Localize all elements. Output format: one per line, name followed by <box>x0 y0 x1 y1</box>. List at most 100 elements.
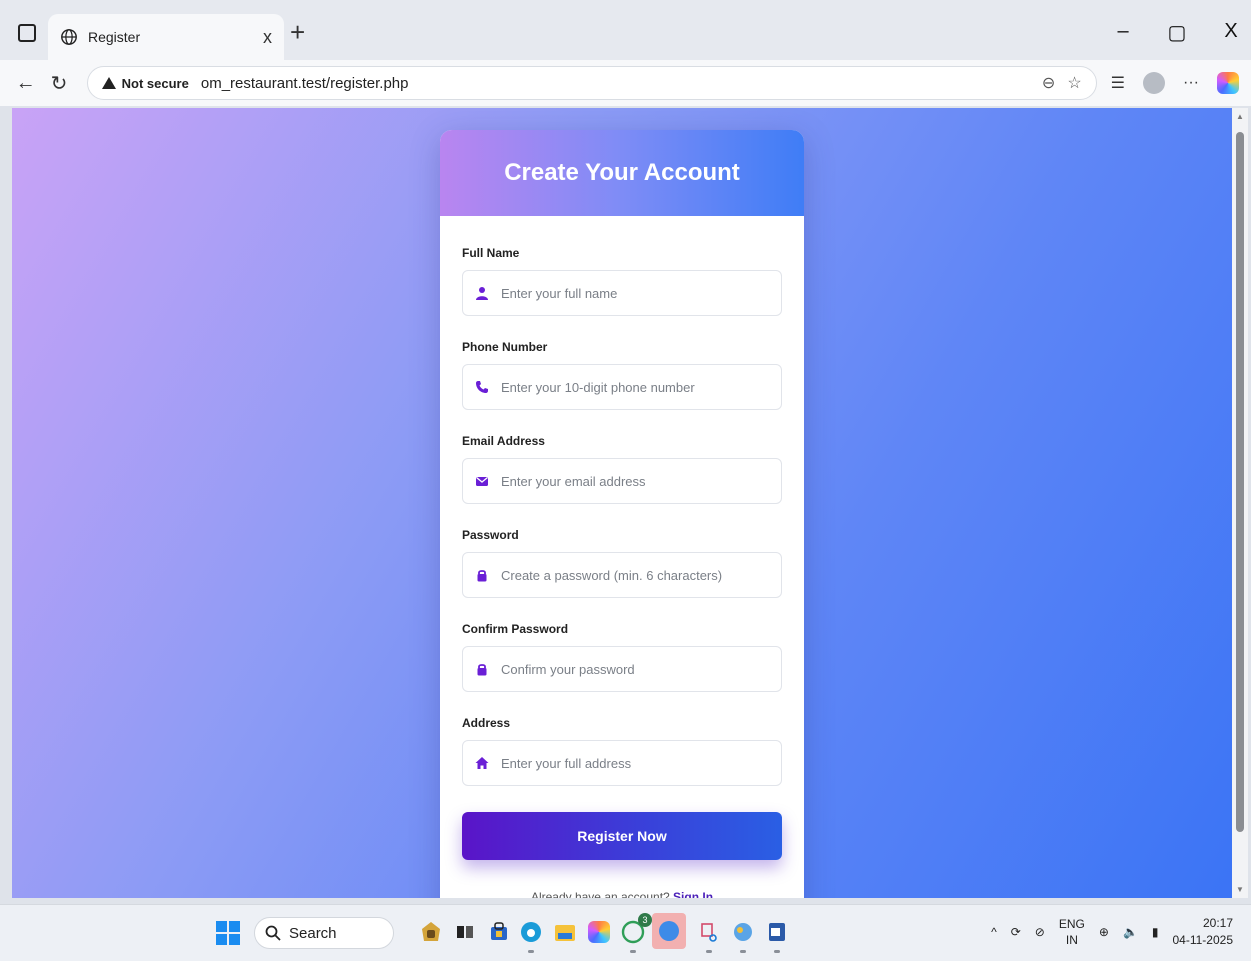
register-card: Create Your Account Full Name Phone Numb… <box>440 130 804 898</box>
lang-bottom: IN <box>1065 933 1078 947</box>
battery-icon[interactable]: ▮ <box>1152 925 1159 939</box>
tab-strip: Register x + – ▢ X <box>0 8 1251 60</box>
copilot-icon[interactable] <box>1216 72 1239 94</box>
tab-close-icon[interactable]: x <box>263 27 272 48</box>
phone-label: Phone Number <box>462 340 548 354</box>
show-hidden-icons-icon[interactable]: ^ <box>991 925 997 939</box>
snipping-tool-icon[interactable] <box>694 917 724 953</box>
zoom-icon[interactable]: ⊖ <box>1042 73 1055 93</box>
edge-icon[interactable] <box>516 917 546 953</box>
phone-icon <box>476 381 488 393</box>
scroll-thumb[interactable] <box>1236 132 1244 832</box>
search-label: Search <box>289 924 337 942</box>
phone-input[interactable] <box>501 379 769 395</box>
word-icon[interactable] <box>762 917 792 953</box>
email-label: Email Address <box>462 434 545 448</box>
window-controls: – ▢ X <box>1113 20 1241 45</box>
windows-start-icon[interactable] <box>216 921 240 945</box>
whatsapp-active-dot <box>630 950 636 953</box>
phone-input-wrap[interactable] <box>462 364 782 410</box>
url-box[interactable]: Not secure om_restaurant.test/register.p… <box>86 66 1097 100</box>
globe-icon <box>61 29 77 45</box>
favorites-icon[interactable]: ☰ <box>1111 73 1125 93</box>
snip-active-dot <box>706 950 712 953</box>
register-now-button[interactable]: Register Now <box>462 812 782 860</box>
security-indicator[interactable]: Not secure <box>101 76 189 91</box>
sign-in-link[interactable]: Sign In <box>673 890 713 898</box>
address-field: Address <box>462 716 782 786</box>
search-icon <box>265 925 281 941</box>
signin-line: Already have an account? Sign In <box>462 890 782 898</box>
address-input[interactable] <box>501 755 769 771</box>
confirm-password-input-wrap[interactable] <box>462 646 782 692</box>
restore-button[interactable]: ▢ <box>1167 20 1187 45</box>
address-bar: ← ↻ Not secure om_restaurant.test/regist… <box>0 60 1251 106</box>
password-label: Password <box>462 528 519 542</box>
phone-field: Phone Number <box>462 340 782 410</box>
task-view-icon[interactable] <box>450 917 480 947</box>
system-tray: ^ ⟳ ⊘ ENG IN ⊕ 🔈 ▮ 20:17 04-11-2025 <box>991 915 1233 949</box>
file-explorer-icon[interactable] <box>550 917 580 947</box>
copilot-logo-icon <box>588 921 610 943</box>
password-input[interactable] <box>501 567 769 583</box>
confirm-password-input[interactable] <box>501 661 769 677</box>
envelope-icon <box>476 476 488 486</box>
tab-register[interactable]: Register x <box>48 14 284 60</box>
active-app-icon[interactable] <box>652 913 686 949</box>
clock-time: 20:17 <box>1202 916 1233 930</box>
email-input-wrap[interactable] <box>462 458 782 504</box>
full-name-label: Full Name <box>462 246 520 260</box>
email-input[interactable] <box>501 473 769 489</box>
store-icon[interactable] <box>484 917 514 947</box>
email-field: Email Address <box>462 434 782 504</box>
lang-top: ENG <box>1058 917 1085 931</box>
password-field: Password <box>462 528 782 598</box>
copilot-app-icon[interactable] <box>584 917 614 947</box>
whatsapp-icon[interactable]: 3 <box>618 913 652 953</box>
browser-titlebar: Register x + – ▢ X <box>0 0 1251 60</box>
page-viewport: Create Your Account Full Name Phone Numb… <box>12 108 1232 898</box>
edge-active-dot <box>528 950 534 953</box>
sync-icon[interactable]: ⟳ <box>1011 925 1021 939</box>
sidebar-toggle-icon[interactable] <box>18 24 36 42</box>
photos-app-icon[interactable] <box>728 917 758 953</box>
address-label: Address <box>462 716 511 730</box>
photos-active-dot <box>740 950 746 953</box>
clock[interactable]: 20:17 04-11-2025 <box>1173 915 1234 949</box>
mute-icon[interactable]: ⊘ <box>1035 925 1045 939</box>
confirm-password-label: Confirm Password <box>462 622 569 636</box>
word-active-dot <box>774 950 780 953</box>
new-tab-button[interactable]: + <box>290 19 305 45</box>
favorite-star-icon[interactable]: ☆ <box>1067 73 1081 93</box>
back-icon[interactable]: ← <box>12 72 39 95</box>
close-window-button[interactable]: X <box>1221 20 1241 45</box>
full-name-input[interactable] <box>501 285 769 301</box>
warning-icon <box>101 77 116 89</box>
lock-icon <box>477 664 487 676</box>
user-icon <box>476 287 488 300</box>
refresh-icon[interactable]: ↻ <box>45 71 72 96</box>
page-scrollbar[interactable]: ▲ ▼ <box>1232 108 1248 898</box>
taskbar-search[interactable]: Search <box>254 917 394 949</box>
full-name-input-wrap[interactable] <box>462 270 782 316</box>
language-indicator[interactable]: ENG IN <box>1059 916 1085 948</box>
profile-avatar[interactable] <box>1143 72 1165 94</box>
home-icon <box>475 757 489 769</box>
volume-icon[interactable]: 🔈 <box>1123 925 1138 939</box>
password-input-wrap[interactable] <box>462 552 782 598</box>
minimize-button[interactable]: – <box>1113 20 1133 45</box>
clock-date: 04-11-2025 <box>1172 933 1234 947</box>
full-name-field: Full Name <box>462 246 782 316</box>
network-icon[interactable]: ⊕ <box>1099 925 1109 939</box>
more-menu-icon[interactable]: ··· <box>1183 74 1199 92</box>
scroll-down-icon[interactable]: ▼ <box>1236 885 1244 894</box>
scroll-up-icon[interactable]: ▲ <box>1236 112 1244 121</box>
toolbar-right: ☰ ··· <box>1111 72 1239 94</box>
pharaoh-app-icon[interactable] <box>416 917 446 947</box>
whatsapp-badge: 3 <box>638 913 652 927</box>
page-title: Create Your Account <box>504 159 740 186</box>
url-text[interactable]: om_restaurant.test/register.php <box>201 75 409 92</box>
card-header: Create Your Account <box>440 130 804 216</box>
signin-prompt: Already have an account? <box>530 890 670 898</box>
address-input-wrap[interactable] <box>462 740 782 786</box>
